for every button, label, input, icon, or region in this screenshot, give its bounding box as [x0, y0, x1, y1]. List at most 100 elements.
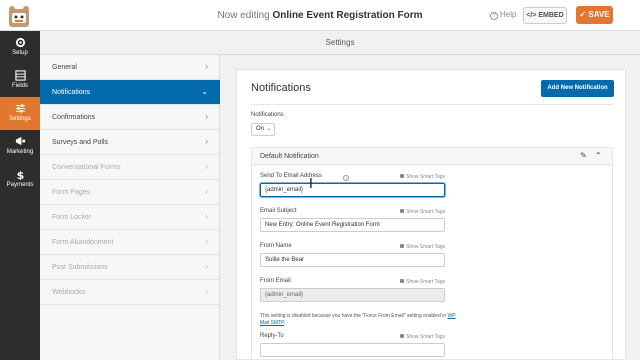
submenu-label: Notifications [52, 89, 91, 96]
notifications-toggle-label: Notifications [251, 112, 284, 118]
notifications-select-value: On [256, 126, 265, 132]
tag-icon [400, 334, 404, 338]
svg-text:$: $ [16, 169, 24, 180]
chevron-right-icon: › [205, 287, 208, 296]
submenu-item-post-submissions[interactable]: Post Submissions › [40, 255, 220, 280]
default-notification-block: Default Notification ✎ ⌃ Send To Email A… [251, 147, 613, 360]
form-name: Online Event Registration Form [272, 10, 423, 21]
reply-to-input[interactable] [260, 343, 445, 357]
notifications-select[interactable]: On ⌄ [251, 123, 275, 136]
send-to-email-input[interactable]: {admin_email} [260, 183, 445, 197]
fields-icon [14, 70, 26, 81]
smart-tags-label: Show Smart Tags [406, 209, 446, 215]
email-subject-input[interactable]: New Entry: Online Event Registration For… [260, 218, 445, 232]
submenu-item-confirmations[interactable]: Confirmations › [40, 105, 220, 130]
chevron-right-icon: › [205, 62, 208, 71]
show-smart-tags-link[interactable]: Show Smart Tags [400, 174, 445, 180]
pencil-icon[interactable]: ✎ [580, 151, 587, 160]
tag-icon [400, 244, 404, 248]
settings-submenu: General › Notifications ⌄ Confirmations › S… [40, 55, 220, 360]
smart-tags-label: Show Smart Tags [406, 174, 446, 180]
submenu-label: Confirmations [52, 114, 96, 121]
chevron-right-icon: › [205, 112, 208, 121]
from-email-label: From Email [260, 278, 291, 284]
sliders-icon [15, 104, 25, 113]
show-smart-tags-link[interactable]: Show Smart Tags [400, 244, 445, 250]
help-label: Help [500, 10, 517, 19]
submenu-label: Form Abandonment [52, 239, 114, 246]
block-header[interactable]: Default Notification ✎ ⌃ [252, 148, 612, 165]
from-name-label: From Name [260, 243, 292, 249]
megaphone-icon [15, 136, 25, 146]
help-icon: ? [490, 12, 498, 20]
email-subject-label: Email Subject [260, 208, 297, 214]
from-name-input[interactable]: Sullie the Bear [260, 253, 445, 267]
check-icon: ✓ [579, 10, 587, 19]
save-button[interactable]: ✓ SAVE [576, 6, 613, 24]
submenu-label: Form Pages [52, 189, 91, 196]
dollar-icon: $ [16, 169, 24, 180]
tag-icon [400, 279, 404, 283]
settings-header: Settings [40, 31, 640, 55]
divider [251, 104, 613, 105]
panel-title: Notifications [251, 82, 311, 94]
chevron-right-icon: › [205, 237, 208, 246]
chevron-down-icon: ⌄ [201, 87, 208, 96]
smart-tags-label: Show Smart Tags [406, 279, 446, 285]
submenu-item-general[interactable]: General › [40, 55, 220, 80]
submenu-label: General [52, 64, 77, 71]
tag-icon [400, 174, 404, 178]
nav-fields[interactable]: Fields [0, 64, 40, 97]
submenu-label: Form Locker [52, 214, 92, 221]
submenu-item-notifications[interactable]: Notifications ⌄ [40, 80, 220, 105]
add-notification-button[interactable]: Add New Notification [541, 80, 614, 97]
show-smart-tags-link[interactable]: Show Smart Tags [400, 334, 445, 340]
chevron-right-icon: › [205, 162, 208, 171]
nav-label: Settings [9, 116, 31, 122]
nav-settings[interactable]: Settings [0, 97, 40, 130]
submenu-label: Webhooks [52, 289, 85, 296]
submenu-item-surveys[interactable]: Surveys and Polls › [40, 130, 220, 155]
from-email-input: {admin_email} [260, 288, 445, 302]
nav-setup[interactable]: Setup [0, 31, 40, 64]
submenu-item-form-pages[interactable]: Form Pages › [40, 180, 220, 205]
submenu-item-conversational[interactable]: Conversational Forms › [40, 155, 220, 180]
tag-icon [400, 209, 404, 213]
nav-label: Fields [11, 83, 28, 89]
note-end: . [283, 320, 286, 326]
submenu-label: Surveys and Polls [52, 139, 109, 146]
submenu-label: Post Submissions [52, 264, 108, 271]
nav-label: Payments [6, 182, 34, 188]
chevron-right-icon: › [205, 262, 208, 271]
submenu-item-webhooks[interactable]: Webhooks › [40, 280, 220, 305]
smart-tags-label: Show Smart Tags [406, 334, 446, 340]
chevron-down-icon: ⌄ [266, 126, 271, 132]
show-smart-tags-link[interactable]: Show Smart Tags [400, 209, 445, 215]
notifications-panel: Notifications Add New Notification Notif… [236, 69, 626, 360]
builder-sidebar: Setup Fields Settings Marketing $ Paymen… [0, 31, 40, 360]
note-text: This setting is disabled because you hav… [260, 313, 447, 319]
show-smart-tags-link[interactable]: Show Smart Tags [400, 279, 445, 285]
save-label: SAVE [588, 10, 610, 19]
settings-title: Settings [325, 38, 355, 47]
help-link[interactable]: ? Help [490, 10, 516, 20]
nav-label: Marketing [6, 149, 34, 155]
nav-marketing[interactable]: Marketing [0, 130, 40, 163]
top-bar: Now editing Online Event Registration Fo… [0, 0, 640, 31]
nav-label: Setup [12, 50, 28, 56]
text-cursor-icon: I [309, 177, 313, 192]
block-title: Default Notification [260, 153, 319, 160]
submenu-item-form-abandonment[interactable]: Form Abandonment › [40, 230, 220, 255]
chevron-up-icon[interactable]: ⌃ [595, 151, 602, 160]
submenu-item-form-locker[interactable]: Form Locker › [40, 205, 220, 230]
disabled-note: This setting is disabled because you hav… [260, 313, 460, 327]
chevron-right-icon: › [205, 137, 208, 146]
nav-payments[interactable]: $ Payments [0, 163, 40, 196]
embed-button[interactable]: </> EMBED [523, 7, 567, 24]
help-tooltip-icon[interactable]: ? [343, 175, 349, 181]
smart-tags-label: Show Smart Tags [406, 244, 446, 250]
submenu-label: Conversational Forms [52, 164, 121, 171]
editing-prefix: Now editing [217, 10, 270, 21]
chevron-right-icon: › [205, 212, 208, 221]
gear-icon [15, 37, 25, 48]
